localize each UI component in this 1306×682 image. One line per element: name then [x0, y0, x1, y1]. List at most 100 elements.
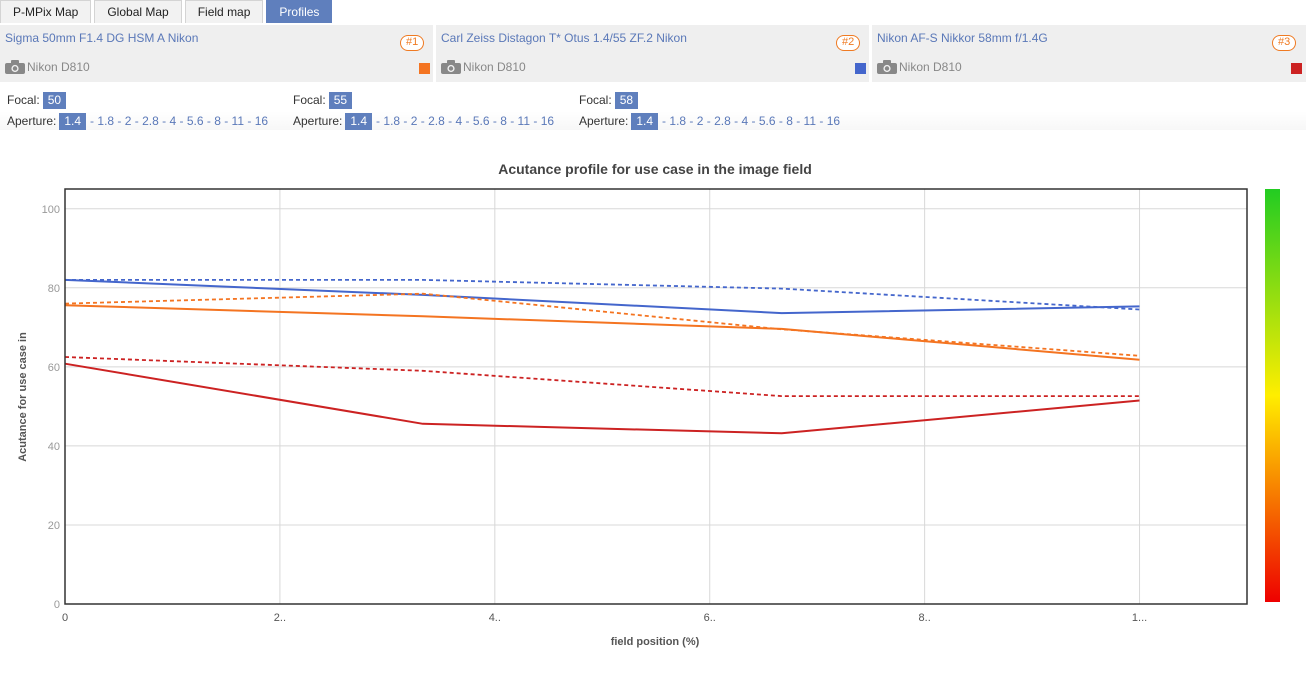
lens-name-link[interactable]: Carl Zeiss Distagon T* Otus 1.4/55 ZF.2 …: [441, 31, 687, 45]
tab-global-map[interactable]: Global Map: [94, 0, 182, 23]
aperture-option[interactable]: 5.6: [187, 114, 204, 128]
settings-lens-2: Focal: 55 Aperture: 1.4 - 1.8 - 2 - 2.8 …: [293, 90, 578, 132]
lens-panel-1: Sigma 50mm F1.4 DG HSM A Nikon #1 Nikon …: [0, 25, 433, 82]
lens-number-badge: #2: [836, 35, 861, 51]
aperture-separator: -: [417, 114, 429, 128]
y-tick-label: 0: [54, 599, 60, 611]
tab-bar: P-MPix Map Global Map Field map Profiles: [0, 0, 335, 24]
x-tick-label: 2..: [274, 612, 286, 624]
aperture-separator: -: [131, 114, 143, 128]
aperture-separator: -: [703, 114, 715, 128]
camera-icon: [441, 60, 461, 74]
camera-icon: [5, 60, 25, 74]
focal-label: Focal:: [293, 93, 326, 107]
aperture-selected[interactable]: 1.4: [345, 112, 373, 130]
aperture-option[interactable]: 2.8: [714, 114, 731, 128]
focal-value[interactable]: 50: [42, 91, 67, 109]
aperture-option[interactable]: 11: [232, 114, 244, 128]
aperture-option[interactable]: 5.6: [759, 114, 776, 128]
plot-frame: [64, 188, 1248, 605]
aperture-separator: -: [400, 114, 411, 128]
x-tick-label: 6..: [704, 612, 716, 624]
focal-row: Focal: 58: [579, 90, 864, 110]
x-axis-label: field position (%): [611, 636, 700, 648]
aperture-separator: -: [748, 114, 759, 128]
aperture-option[interactable]: 11: [804, 114, 816, 128]
aperture-label: Aperture:: [293, 114, 343, 128]
chart-title: Acutance profile for use case in the ima…: [498, 161, 812, 177]
aperture-separator: -: [462, 114, 473, 128]
lens-panel-2: Carl Zeiss Distagon T* Otus 1.4/55 ZF.2 …: [436, 25, 869, 82]
series-color-swatch: [419, 63, 430, 74]
aperture-separator: -: [176, 114, 187, 128]
camera-name: Nikon D810: [463, 60, 526, 74]
aperture-option[interactable]: 1.8: [383, 114, 400, 128]
aperture-separator: -: [730, 114, 742, 128]
aperture-selected[interactable]: 1.4: [631, 112, 659, 130]
series-line-dashed: [65, 278, 1140, 311]
aperture-option[interactable]: 8: [500, 114, 507, 128]
camera-info: Nikon D810: [441, 60, 526, 74]
aperture-separator: -: [158, 114, 170, 128]
aperture-option[interactable]: 16: [541, 114, 554, 128]
series-line-solid: [64, 362, 1140, 435]
aperture-separator: -: [686, 114, 697, 128]
lens-number-badge: #3: [1272, 35, 1297, 51]
settings-lens-3: Focal: 58 Aperture: 1.4 - 1.8 - 2 - 2.8 …: [579, 90, 864, 132]
aperture-separator: -: [114, 114, 125, 128]
tab-field-map[interactable]: Field map: [184, 0, 264, 23]
chart-ticks: 0 20 40 60 80 100 0 2.. 4.. 6.. 8.. 1...: [42, 204, 1148, 624]
chart-series: [64, 278, 1140, 435]
y-tick-label: 40: [48, 441, 60, 453]
series-color-swatch: [855, 63, 866, 74]
series-color-swatch: [1291, 63, 1302, 74]
aperture-separator: -: [530, 114, 541, 128]
lens-number-badge: #1: [400, 35, 425, 51]
aperture-option[interactable]: 11: [518, 114, 530, 128]
lens-panel-3: Nikon AF-S Nikkor 58mm f/1.4G #3 Nikon D…: [872, 25, 1306, 82]
tab-profiles[interactable]: Profiles: [266, 0, 333, 23]
color-scale-bar: [1265, 189, 1280, 602]
aperture-option[interactable]: 16: [255, 114, 268, 128]
aperture-option[interactable]: 2.8: [428, 114, 445, 128]
aperture-selected[interactable]: 1.4: [59, 112, 87, 130]
aperture-option[interactable]: 8: [214, 114, 221, 128]
camera-icon: [877, 60, 897, 74]
x-tick-label: 4..: [489, 612, 501, 624]
aperture-option[interactable]: 5.6: [473, 114, 490, 128]
y-axis-label: Acutance for use case in: [17, 332, 29, 462]
y-tick-label: 80: [48, 283, 60, 295]
aperture-row: Aperture: 1.4 - 1.8 - 2 - 2.8 - 4 - 5.6 …: [7, 111, 292, 131]
chart-grid: [64, 189, 1247, 605]
y-tick-label: 100: [42, 204, 60, 216]
lens-name-link[interactable]: Nikon AF-S Nikkor 58mm f/1.4G: [877, 31, 1048, 45]
x-tick-label: 0: [62, 612, 68, 624]
focal-value[interactable]: 58: [614, 91, 639, 109]
focal-label: Focal:: [579, 93, 612, 107]
focal-row: Focal: 50: [7, 90, 292, 110]
lens-name-link[interactable]: Sigma 50mm F1.4 DG HSM A Nikon: [5, 31, 198, 45]
aperture-option[interactable]: 1.8: [97, 114, 114, 128]
aperture-label: Aperture:: [579, 114, 629, 128]
aperture-option[interactable]: 8: [786, 114, 793, 128]
aperture-row: Aperture: 1.4 - 1.8 - 2 - 2.8 - 4 - 5.6 …: [579, 111, 864, 131]
y-tick-label: 20: [48, 520, 60, 532]
aperture-label: Aperture:: [7, 114, 57, 128]
aperture-separator: -: [775, 114, 787, 128]
aperture-separator: -: [489, 114, 501, 128]
tab-p-mpix-map[interactable]: P-MPix Map: [0, 0, 92, 23]
aperture-option[interactable]: 1.8: [669, 114, 686, 128]
x-tick-label: 8..: [919, 612, 931, 624]
aperture-option[interactable]: 16: [827, 114, 840, 128]
aperture-option[interactable]: 2.8: [142, 114, 159, 128]
aperture-options: - 1.8 - 2 - 2.8 - 4 - 5.6 - 8 - 11 - 16: [90, 114, 268, 128]
aperture-separator: -: [792, 114, 804, 128]
series-line-solid: [64, 278, 1140, 315]
aperture-options: - 1.8 - 2 - 2.8 - 4 - 5.6 - 8 - 11 - 16: [376, 114, 554, 128]
focal-value[interactable]: 55: [328, 91, 353, 109]
lens-panels: Sigma 50mm F1.4 DG HSM A Nikon #1 Nikon …: [0, 25, 1306, 83]
aperture-separator: -: [506, 114, 518, 128]
focal-label: Focal:: [7, 93, 40, 107]
camera-info: Nikon D810: [877, 60, 962, 74]
aperture-separator: -: [244, 114, 255, 128]
